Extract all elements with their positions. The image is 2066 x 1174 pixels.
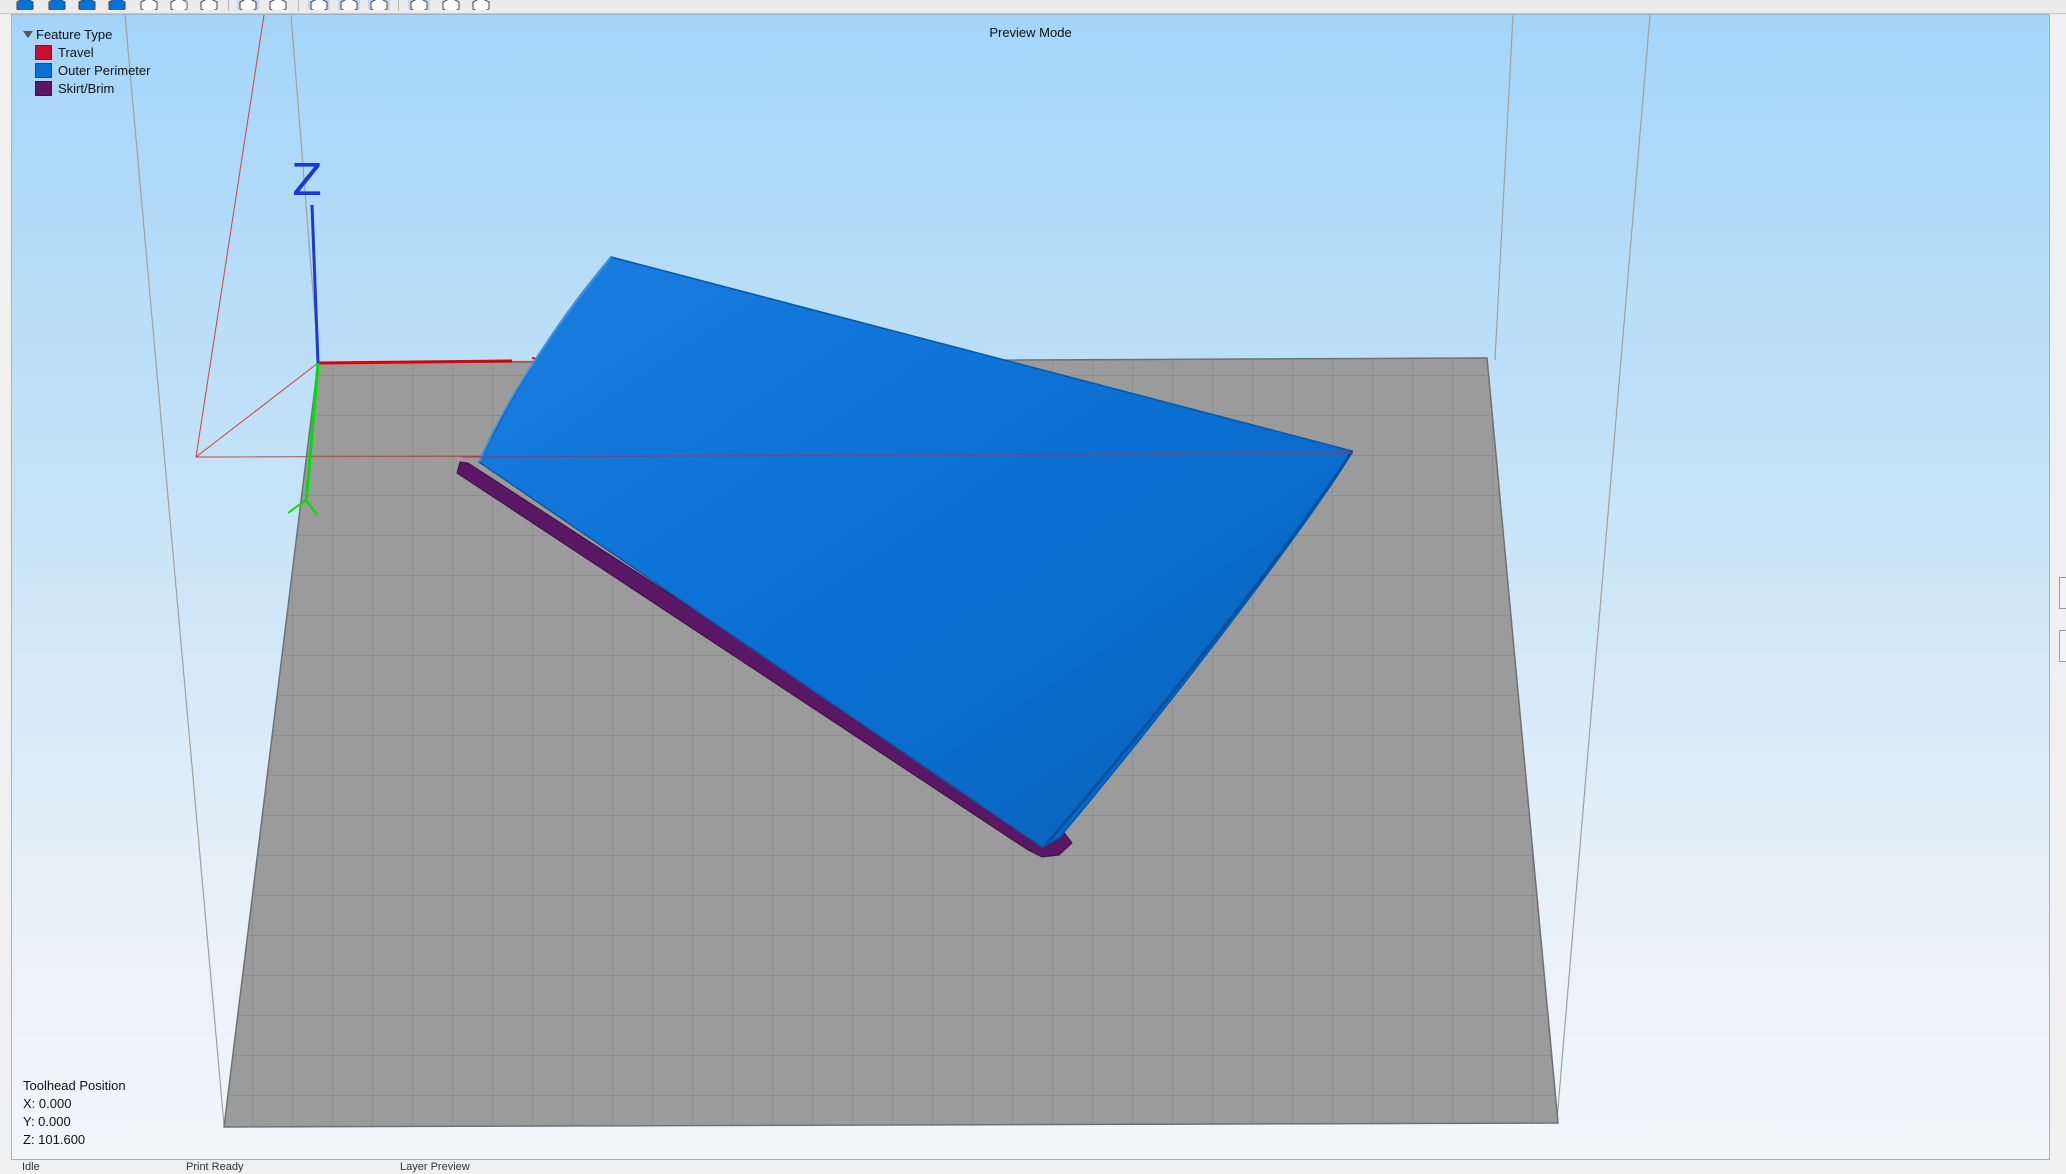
perspective-button[interactable]	[237, 0, 259, 10]
view-left-button[interactable]	[106, 0, 128, 10]
legend-label: Skirt/Brim	[58, 80, 115, 96]
status-middle: Print Ready	[186, 1161, 244, 1173]
cube-left-icon	[108, 0, 126, 10]
toolbar-separator	[186, 0, 187, 11]
build-volume-edge	[1556, 15, 1651, 1121]
toolbar-separator	[228, 0, 229, 11]
legend-header[interactable]: Feature Type	[23, 25, 150, 43]
bed-icon	[340, 0, 358, 10]
legend-item: Travel	[23, 43, 150, 61]
status-bar: Idle Print Ready Layer Preview	[0, 1161, 2066, 1174]
x-axis-line	[317, 359, 513, 365]
build-scene: Z	[124, 15, 1651, 1128]
collapse-arrow-icon[interactable]	[23, 30, 33, 38]
status-right: Layer Preview	[400, 1161, 470, 1173]
toolbar	[0, 0, 2066, 14]
preview-mode-title: Preview Mode	[989, 25, 1072, 40]
toolhead-z: Z: 101.600	[23, 1132, 86, 1147]
z-axis-label: Z	[292, 155, 322, 206]
cube-front-icon	[48, 0, 66, 10]
xray-view-button[interactable]	[470, 0, 492, 10]
view-bottom-button[interactable]	[198, 0, 220, 10]
view-front-button[interactable]	[46, 0, 68, 10]
perspective-icon	[239, 0, 257, 10]
toolbar-separator	[298, 0, 299, 11]
legend-item: Outer Perimeter	[23, 61, 150, 79]
legend-swatch	[35, 44, 52, 60]
build-volume-edge	[1494, 15, 1514, 361]
toolhead-y: Y: 0.000	[23, 1114, 71, 1129]
cube-bottom-icon	[200, 0, 218, 10]
shaded-icon	[410, 0, 428, 10]
view-iso-button[interactable]	[14, 0, 36, 10]
view-back-button[interactable]	[76, 0, 98, 10]
orthographic-button[interactable]	[267, 0, 289, 10]
toolbar-separator	[398, 0, 399, 11]
wireframe-view-button[interactable]	[440, 0, 462, 10]
legend-title: Feature Type	[36, 26, 113, 42]
feature-type-legend: Feature Type Travel Outer Perimeter Skirt/…	[23, 25, 150, 97]
toolhead-title: Toolhead Position	[23, 1078, 126, 1093]
legend-label: Travel	[58, 44, 94, 60]
legend-items: Travel Outer Perimeter Skirt/Brim	[23, 43, 150, 97]
wireframe-icon	[442, 0, 460, 10]
legend-item: Skirt/Brim	[23, 79, 150, 97]
shaded-view-button[interactable]	[408, 0, 430, 10]
cube-back-icon	[78, 0, 96, 10]
axes-icon	[310, 0, 328, 10]
show-build-volume-button[interactable]	[368, 0, 390, 10]
show-axes-button[interactable]	[308, 0, 330, 10]
side-panel-handle[interactable]	[2059, 577, 2066, 609]
legend-label: Outer Perimeter	[58, 62, 151, 78]
side-panel-handle[interactable]	[2059, 630, 2066, 662]
view-right-button[interactable]	[138, 0, 160, 10]
toolhead-position: Toolhead Position X: 0.000 Y: 0.000 Z: 1…	[23, 1077, 126, 1149]
build-volume-edge	[124, 15, 225, 1126]
orthographic-icon	[269, 0, 287, 10]
status-left: Idle	[22, 1161, 40, 1173]
legend-swatch	[35, 80, 52, 96]
toolhead-x: X: 0.000	[23, 1096, 72, 1111]
xray-icon	[472, 0, 490, 10]
cube-iso-icon	[16, 0, 34, 10]
build-volume-icon	[370, 0, 388, 10]
legend-swatch	[35, 62, 52, 78]
show-bed-button[interactable]	[338, 0, 360, 10]
cube-right-icon	[140, 0, 158, 10]
3d-viewport[interactable]: Z Preview Mode Feature Type Travel Outer …	[11, 14, 2050, 1160]
